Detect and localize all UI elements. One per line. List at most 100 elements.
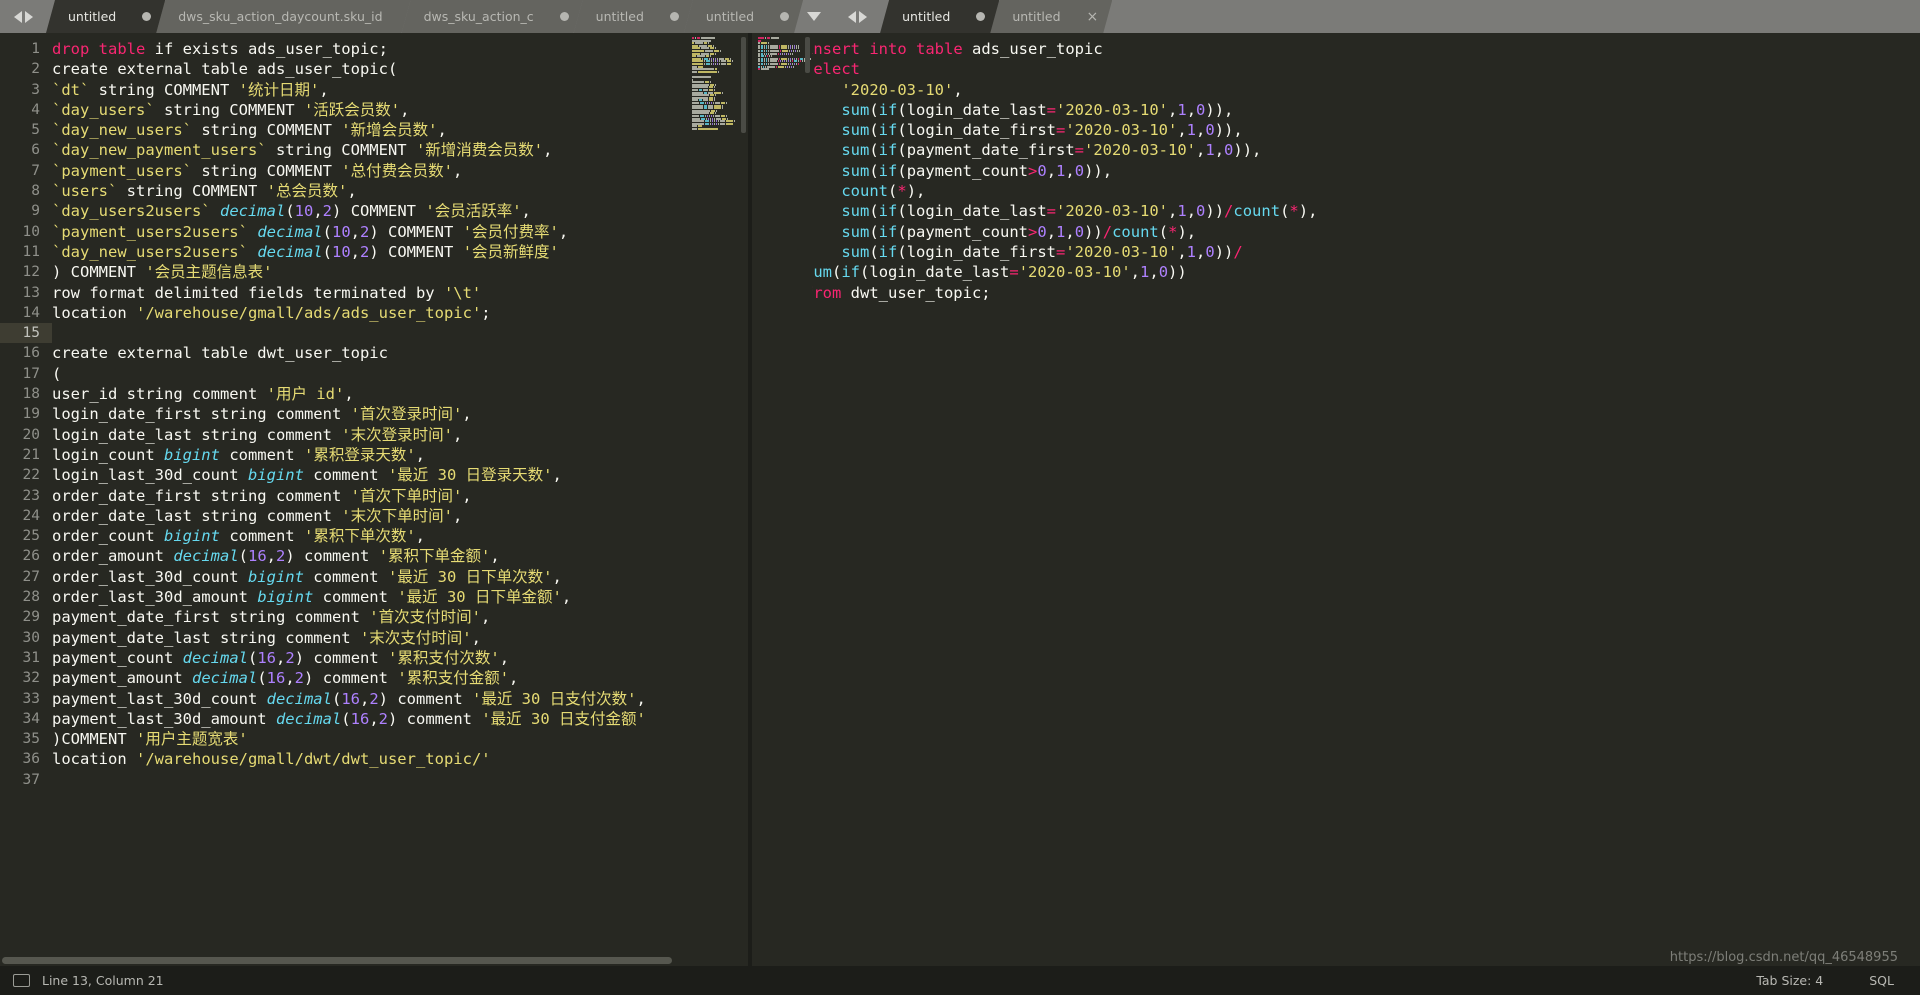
code-line[interactable]: 5 `day_new_users` string COMMENT '新增会员数', (0, 120, 748, 140)
code-line[interactable]: 11 `day_new_users2users` decimal(10,2) CO… (0, 242, 748, 262)
code-line[interactable]: 8 count(*), (752, 181, 1920, 201)
code-text[interactable]: ) COMMENT '会员主题信息表' (52, 262, 748, 282)
code-text[interactable]: login_date_first string comment '首次登录时间'… (52, 404, 748, 424)
chevron-down-icon[interactable] (807, 12, 822, 21)
code-text[interactable]: '2020-03-10', (804, 80, 1920, 100)
code-text[interactable]: select (804, 59, 1920, 79)
code-text[interactable] (52, 323, 748, 343)
code-line[interactable]: 3 '2020-03-10', (752, 80, 1920, 100)
code-line[interactable]: 18 user_id string comment '用户 id', (0, 384, 748, 404)
code-line[interactable]: 4 sum(if(login_date_last='2020-03-10',1,… (752, 100, 1920, 120)
code-text[interactable]: drop table if exists ads_user_topic; (52, 39, 748, 59)
code-text[interactable]: login_count bigint comment '累积登录天数', (52, 445, 748, 465)
tab-size-label[interactable]: Tab Size: 4 (1756, 973, 1823, 988)
minimap-scroll-thumb[interactable] (805, 37, 810, 74)
code-line[interactable]: 30 payment_date_last string comment '末次支付… (0, 628, 748, 648)
code-line[interactable]: 31 payment_count decimal(16,2) comment '累… (0, 648, 748, 668)
code-line[interactable]: 2select (752, 59, 1920, 79)
code-area-left[interactable]: 1 drop table if exists ads_user_topic; 2 cr… (0, 33, 748, 966)
code-line[interactable]: 9 sum(if(login_date_last='2020-03-10',1,… (752, 201, 1920, 221)
code-line[interactable]: 24 order_date_last string comment '末次下单时间… (0, 506, 748, 526)
code-text[interactable]: create external table ads_user_topic( (52, 59, 748, 79)
code-text[interactable]: from dwt_user_topic; (804, 283, 1920, 303)
code-text[interactable]: location '/warehouse/gmall/dwt/dwt_user_… (52, 749, 748, 769)
tab-right-0[interactable]: untitled (880, 0, 999, 33)
code-line[interactable]: 36 location '/warehouse/gmall/dwt/dwt_use… (0, 749, 748, 769)
code-line[interactable]: 5 sum(if(login_date_first='2020-03-10',1… (752, 120, 1920, 140)
code-text[interactable]: location '/warehouse/gmall/ads/ads_user_… (52, 303, 748, 323)
code-text[interactable]: payment_date_last string comment '末次支付时间… (52, 628, 748, 648)
code-line[interactable]: 32 payment_amount decimal(16,2) comment '… (0, 668, 748, 688)
code-text[interactable]: sum(if(payment_count>0,1,0))/count(*), (804, 222, 1920, 242)
code-line[interactable]: 7 sum(if(payment_count>0,1,0)), (752, 161, 1920, 181)
code-text[interactable]: payment_last_30d_count decimal(16,2) com… (52, 689, 748, 709)
code-line[interactable]: 35)COMMENT '用户主题宽表' (0, 729, 748, 749)
tab-left-3[interactable]: untitled (574, 0, 693, 33)
code-line[interactable]: 29 payment_date_first string comment '首次支… (0, 607, 748, 627)
minimap-left[interactable] (686, 33, 748, 966)
code-line[interactable]: 1insert into table ads_user_topic (752, 39, 1920, 59)
triangle-left-icon-2[interactable] (847, 10, 856, 23)
code-line[interactable]: 10 `payment_users2users` decimal(10,2) CO… (0, 222, 748, 242)
code-text[interactable]: insert into table ads_user_topic (804, 39, 1920, 59)
code-line[interactable]: 23 order_date_first string comment '首次下单时… (0, 486, 748, 506)
editor-pane-left[interactable]: 1 drop table if exists ads_user_topic; 2 cr… (0, 33, 748, 966)
code-line[interactable]: 16 create external table dwt_user_topic (0, 343, 748, 363)
code-text[interactable]: sum(if(payment_date_first='2020-03-10',1… (804, 140, 1920, 160)
cursor-position-label[interactable]: Line 13, Column 21 (42, 973, 164, 988)
code-line[interactable]: 1 drop table if exists ads_user_topic; (0, 39, 748, 59)
unsaved-dot-icon[interactable] (976, 12, 985, 21)
code-line[interactable]: 22 login_last_30d_count bigint comment '最… (0, 465, 748, 485)
code-text[interactable]: sum(if(login_date_last='2020-03-10',1,0)… (804, 262, 1920, 282)
code-line[interactable]: 6 sum(if(payment_date_first='2020-03-10'… (752, 140, 1920, 160)
code-line[interactable]: 19 login_date_first string comment '首次登录时… (0, 404, 748, 424)
code-text[interactable]: payment_amount decimal(16,2) comment '累积… (52, 668, 748, 688)
code-line[interactable]: 14 (752, 303, 1920, 323)
code-text[interactable]: order_count bigint comment '累积下单次数', (52, 526, 748, 546)
code-text[interactable]: login_last_30d_count bigint comment '最近 … (52, 465, 748, 485)
minimap-right[interactable] (1858, 33, 1920, 966)
code-text[interactable]: `users` string COMMENT '总会员数', (52, 181, 748, 201)
code-text[interactable]: `payment_users` string COMMENT '总付费会员数', (52, 161, 748, 181)
code-text[interactable]: sum(if(login_date_last='2020-03-10',1,0)… (804, 201, 1920, 221)
code-line[interactable]: 28 order_last_30d_amount bigint comment '… (0, 587, 748, 607)
code-line[interactable]: 6 `day_new_payment_users` string COMMENT … (0, 140, 748, 160)
code-line[interactable]: 12) COMMENT '会员主题信息表' (0, 262, 748, 282)
tab-left-1[interactable]: dws_sku_action_daycount.sku_id (156, 0, 410, 33)
code-text[interactable]: `day_users` string COMMENT '活跃会员数', (52, 100, 748, 120)
code-line[interactable]: 13from dwt_user_topic; (752, 282, 1920, 303)
code-text[interactable]: order_last_30d_count bigint comment '最近 … (52, 567, 748, 587)
code-text[interactable]: count(*), (804, 181, 1920, 201)
code-text[interactable]: ( (52, 364, 748, 384)
code-line[interactable]: 12sum(if(login_date_last='2020-03-10',1,… (752, 262, 1920, 282)
code-line[interactable]: 37 (0, 770, 748, 790)
code-line[interactable]: 2 create external table ads_user_topic( (0, 59, 748, 79)
tab-left-2[interactable]: dws_sku_action_c (402, 0, 583, 33)
unsaved-dot-icon[interactable] (560, 12, 569, 21)
minimap-right-inner[interactable] (752, 33, 812, 966)
code-text[interactable]: row format delimited fields terminated b… (52, 283, 748, 303)
code-line[interactable]: 4 `day_users` string COMMENT '活跃会员数', (0, 100, 748, 120)
triangle-right-icon-2[interactable] (858, 10, 867, 23)
code-line[interactable]: 3 `dt` string COMMENT '统计日期', (0, 80, 748, 100)
code-text[interactable]: `day_new_users2users` decimal(10,2) COMM… (52, 242, 748, 262)
code-text[interactable]: sum(if(login_date_first='2020-03-10',1,0… (804, 242, 1920, 262)
code-text[interactable] (52, 770, 748, 790)
editor-pane-right[interactable]: 1insert into table ads_user_topic2select… (752, 33, 1920, 966)
code-text[interactable]: create external table dwt_user_topic (52, 343, 748, 363)
triangle-right-icon[interactable] (24, 10, 33, 23)
code-line[interactable]: 10 sum(if(payment_count>0,1,0))/count(*)… (752, 222, 1920, 242)
code-line[interactable]: 8 `users` string COMMENT '总会员数', (0, 181, 748, 201)
scroll-thumb[interactable] (2, 957, 672, 964)
code-line[interactable]: 25 order_count bigint comment '累积下单次数', (0, 526, 748, 546)
code-line[interactable]: 26 order_amount decimal(16,2) comment '累积… (0, 546, 748, 566)
code-text[interactable]: payment_date_first string comment '首次支付时… (52, 607, 748, 627)
close-icon[interactable]: × (1087, 10, 1099, 24)
code-text[interactable]: order_amount decimal(16,2) comment '累积下单… (52, 546, 748, 566)
code-text[interactable]: )COMMENT '用户主题宽表' (52, 729, 748, 749)
minimap-scroll-thumb[interactable] (741, 37, 746, 134)
code-text[interactable]: `payment_users2users` decimal(10,2) COMM… (52, 222, 748, 242)
code-text[interactable] (804, 303, 1920, 323)
code-text[interactable]: user_id string comment '用户 id', (52, 384, 748, 404)
code-text[interactable]: payment_last_30d_amount decimal(16,2) co… (52, 709, 748, 729)
